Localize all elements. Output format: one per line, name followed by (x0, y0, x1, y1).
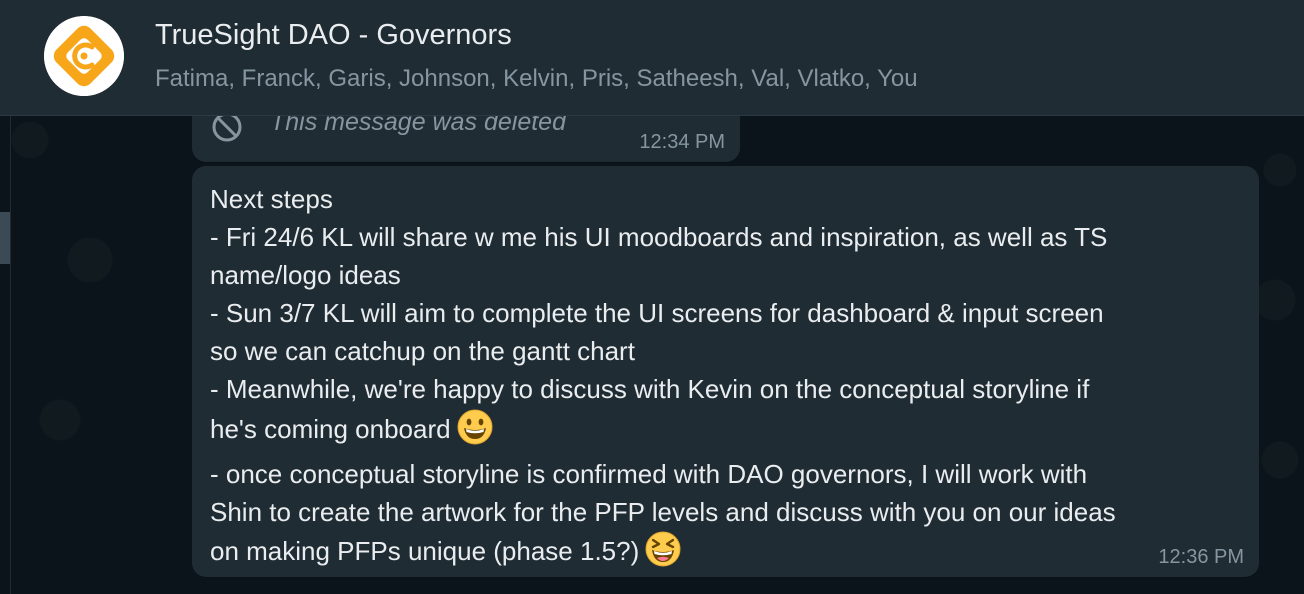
message-line: - Sun 3/7 KL will aim to complete the UI… (210, 298, 1104, 329)
grinning-face-emoji (457, 409, 493, 455)
truesight-logo-icon[interactable] (44, 16, 124, 96)
pane-divider (10, 116, 11, 594)
message-timestamp: 12:34 PM (639, 131, 725, 153)
message-timestamp: 12:36 PM (1158, 546, 1244, 568)
sidebar-edge-handle[interactable] (0, 212, 10, 264)
message-line: - once conceptual storyline is confirmed… (210, 458, 1088, 489)
chat-header[interactable]: TrueSight DAO - Governors Fatima, Franck… (0, 0, 1304, 116)
message-line-with-emoji: he's coming onboard (210, 409, 1245, 455)
message-line-text: on making PFPs unique (phase 1.5?) (210, 535, 640, 566)
laughing-squinting-face-emoji (645, 531, 681, 577)
group-title[interactable]: TrueSight DAO - Governors (155, 19, 512, 52)
message-line-text: he's coming onboard (210, 413, 451, 444)
message-body: Next steps - Fri 24/6 KL will share w me… (210, 180, 1245, 577)
message-line-with-emoji: on making PFPs unique (phase 1.5?) (210, 531, 1245, 577)
group-members-list: Fatima, Franck, Garis, Johnson, Kelvin, … (155, 65, 918, 92)
message-line: - Meanwhile, we're happy to discuss with… (210, 374, 1090, 405)
message-bubble[interactable]: Next steps - Fri 24/6 KL will share w me… (192, 166, 1259, 577)
message-line: so we can catchup on the gantt chart (210, 336, 635, 367)
message-line: - Fri 24/6 KL will share w me his UI moo… (210, 222, 1108, 253)
message-line: Next steps (210, 184, 333, 214)
message-line: Shin to create the artwork for the PFP l… (210, 496, 1116, 527)
message-line: name/logo ideas (210, 260, 401, 291)
